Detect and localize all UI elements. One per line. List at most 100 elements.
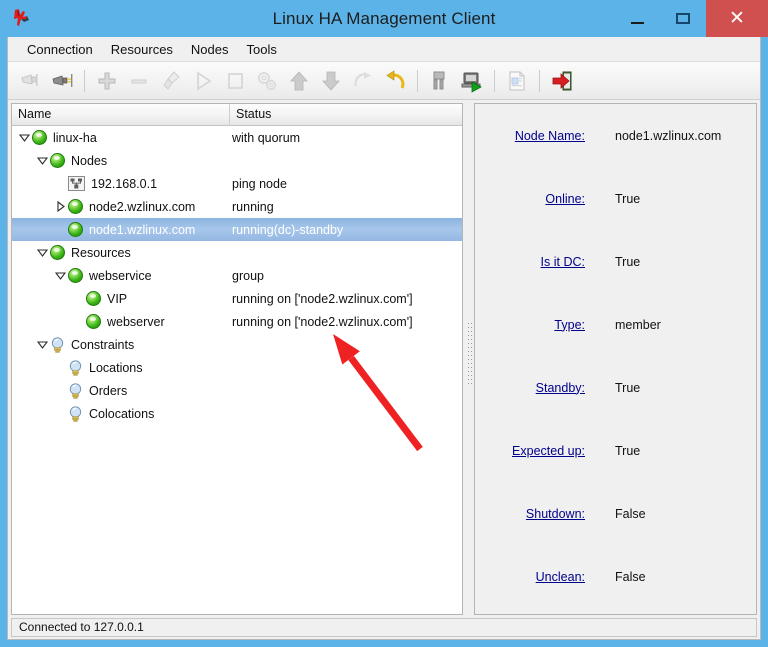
expander-open-icon[interactable] xyxy=(52,268,68,284)
detail-is-dc-label[interactable]: Is it DC: xyxy=(475,255,585,269)
migrate-button[interactable] xyxy=(347,65,379,97)
move-up-button[interactable] xyxy=(283,65,315,97)
tree-row[interactable]: Orders xyxy=(12,379,462,402)
splitter-grip-dot xyxy=(468,339,469,340)
tree-row-label: webserver xyxy=(107,314,165,329)
splitter-grip-dot xyxy=(468,383,469,384)
splitter-grip-dot xyxy=(468,351,469,352)
menu-nodes[interactable]: Nodes xyxy=(182,39,238,60)
tree-row[interactable]: linux-ha with quorum xyxy=(12,126,462,149)
add-button[interactable] xyxy=(91,65,123,97)
tree-row-label: webservice xyxy=(89,268,152,283)
toolbar-separator-2 xyxy=(417,69,418,92)
detail-unclean-label[interactable]: Unclean: xyxy=(475,570,585,584)
splitter-grip-dot xyxy=(468,323,469,324)
connect-button[interactable] xyxy=(14,65,46,97)
detail-type-label[interactable]: Type: xyxy=(475,318,585,332)
standby-node-button[interactable] xyxy=(424,65,456,97)
tree-row[interactable]: webservice group xyxy=(12,264,462,287)
detail-expected-up-value: True xyxy=(615,443,641,458)
move-down-button[interactable] xyxy=(315,65,347,97)
tree-row-label: node1.wzlinux.com xyxy=(89,222,196,237)
detail-expected-up-label[interactable]: Expected up: xyxy=(475,444,585,458)
tree-row[interactable]: node1.wzlinux.com running(dc)-standby xyxy=(12,218,462,241)
ping-node-icon xyxy=(68,176,85,191)
splitter-grip-dot xyxy=(471,359,472,360)
expander-open-icon[interactable] xyxy=(34,337,50,353)
tree-row-label: Resources xyxy=(71,245,131,260)
expander-open-icon[interactable] xyxy=(34,153,50,169)
tree-row[interactable]: node2.wzlinux.com running xyxy=(12,195,462,218)
splitter-grip-dot xyxy=(468,363,469,364)
settings-button[interactable] xyxy=(251,65,283,97)
cleanup-button[interactable] xyxy=(155,65,187,97)
menu-resources[interactable]: Resources xyxy=(102,39,182,60)
expander-open-icon[interactable] xyxy=(16,130,32,146)
client-area: Connection Resources Nodes Tools Name St… xyxy=(7,37,761,640)
constraint-bulb-icon xyxy=(68,405,83,422)
detail-is-dc: Is it DC: True xyxy=(475,230,756,293)
undo-button[interactable] xyxy=(379,65,411,97)
splitter-grip-dot xyxy=(471,375,472,376)
column-header-name[interactable]: Name xyxy=(12,104,230,125)
tree-row-name-cell: Nodes xyxy=(12,153,230,169)
detail-node-name-value: node1.wzlinux.com xyxy=(615,128,722,143)
tree-row-label: linux-ha xyxy=(53,130,97,145)
exit-button[interactable] xyxy=(546,65,578,97)
splitter-grip[interactable] xyxy=(468,323,472,385)
tree-row[interactable]: Colocations xyxy=(12,402,462,425)
splitter-grip-dot xyxy=(468,331,469,332)
menu-tools[interactable]: Tools xyxy=(238,39,286,60)
cluster-tree-panel[interactable]: Name Status linux-ha with quorum Nodes 192.… xyxy=(11,103,463,615)
standby-node-icon xyxy=(433,71,445,89)
add-icon xyxy=(98,72,116,89)
constraint-bulb-icon xyxy=(68,382,83,399)
detail-node-name-label[interactable]: Node Name: xyxy=(475,129,585,143)
settings-icon xyxy=(258,71,277,90)
detail-shutdown-label[interactable]: Shutdown: xyxy=(475,507,585,521)
tree-row[interactable]: Constraints xyxy=(12,333,462,356)
maximize-button[interactable] xyxy=(660,0,706,37)
stop-icon xyxy=(228,72,243,89)
start-button[interactable] xyxy=(187,65,219,97)
minimize-button[interactable] xyxy=(614,0,660,37)
expander-closed-icon[interactable] xyxy=(52,199,68,215)
tree-row[interactable]: webserver running on ['node2.wzlinux.com'… xyxy=(12,310,462,333)
node-status-green-icon xyxy=(32,130,47,145)
activate-node-button[interactable] xyxy=(456,65,488,97)
splitter-grip-dot xyxy=(468,327,469,328)
node-status-green-icon xyxy=(86,314,101,329)
splitter-grip-dot xyxy=(471,335,472,336)
splitter-grip-dot xyxy=(468,335,469,336)
disconnect-button[interactable] xyxy=(46,65,78,97)
column-header-status[interactable]: Status xyxy=(230,104,462,125)
detail-node-name: Node Name: node1.wzlinux.com xyxy=(475,104,756,167)
menu-connection[interactable]: Connection xyxy=(18,39,102,60)
tool-bar xyxy=(8,62,760,100)
node-status-green-icon xyxy=(50,153,65,168)
tree-row-name-cell: Orders xyxy=(12,382,230,399)
tree-row[interactable]: Locations xyxy=(12,356,462,379)
move-up-icon xyxy=(290,70,308,90)
report-button[interactable] xyxy=(501,65,533,97)
tree-row[interactable]: VIP running on ['node2.wzlinux.com'] xyxy=(12,287,462,310)
splitter-grip-dot xyxy=(468,355,469,356)
tree-row[interactable]: Resources xyxy=(12,241,462,264)
detail-standby-label[interactable]: Standby: xyxy=(475,381,585,395)
menu-bar: Connection Resources Nodes Tools xyxy=(8,37,760,62)
tree-row[interactable]: Nodes xyxy=(12,149,462,172)
expander-open-icon[interactable] xyxy=(34,245,50,261)
start-icon xyxy=(197,71,212,90)
detail-online: Online: True xyxy=(475,167,756,230)
exit-icon xyxy=(552,71,572,90)
remove-button[interactable] xyxy=(123,65,155,97)
tree-row[interactable]: 192.168.0.1 ping node xyxy=(12,172,462,195)
detail-unclean: Unclean: False xyxy=(475,545,756,608)
close-button[interactable]: ✕ xyxy=(706,0,768,37)
title-bar: Linux HA Management Client ✕ xyxy=(0,0,768,37)
tree-row-name-cell: Locations xyxy=(12,359,230,376)
detail-online-label[interactable]: Online: xyxy=(475,192,585,206)
splitter-grip-dot xyxy=(471,327,472,328)
stop-button[interactable] xyxy=(219,65,251,97)
splitter-grip-dot xyxy=(468,347,469,348)
